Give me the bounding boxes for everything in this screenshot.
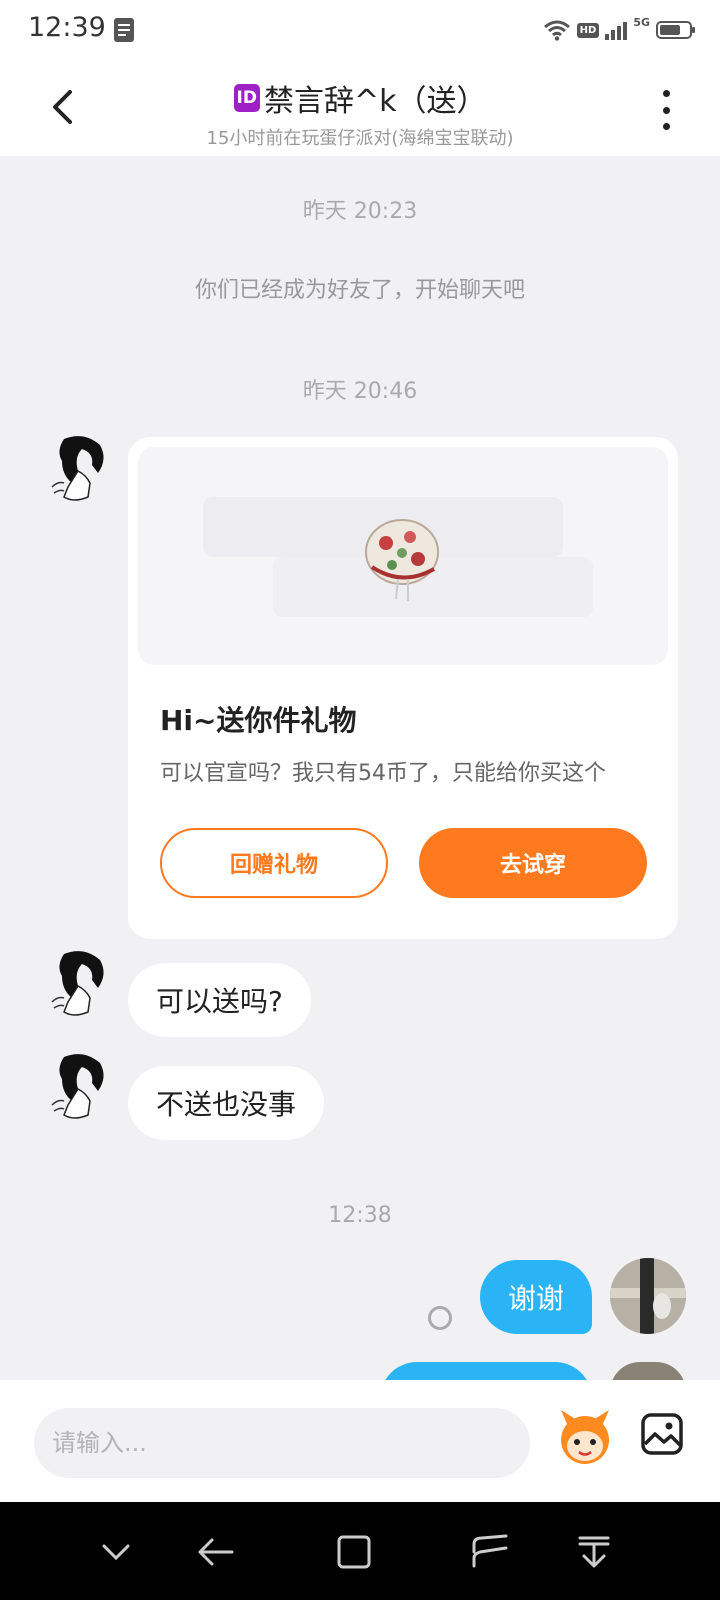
nav-back-icon[interactable] <box>194 1530 238 1574</box>
message-input[interactable] <box>34 1408 530 1478</box>
contact-activity: 15小时前在玩蛋仔派对(海绵宝宝联动) <box>206 128 514 149</box>
signal-bar <box>611 30 616 40</box>
note-icon <box>114 18 134 42</box>
contact-avatar[interactable] <box>34 946 110 1022</box>
network-badge: HD <box>576 22 600 38</box>
nav-menu-icon[interactable] <box>572 1530 616 1574</box>
contact-name: 禁言辞^k（送） <box>263 84 487 119</box>
signal-icon <box>605 20 628 40</box>
network-type: 5G <box>633 16 650 29</box>
gift-description: 可以官宣吗？我只有54币了，只能给你买这个 <box>160 761 606 786</box>
return-gift-button[interactable]: 回赠礼物 <box>160 828 388 898</box>
incoming-message[interactable]: 不送也没事 <box>128 1066 325 1140</box>
chat-title: ID 禁言辞^k（送） <box>100 76 620 120</box>
incoming-message[interactable]: 可以送吗? <box>128 963 311 1037</box>
outgoing-message[interactable]: 谢谢 <box>479 1260 592 1334</box>
status-indicators: HD 5G <box>543 16 695 44</box>
id-badge: ID <box>233 84 260 112</box>
battery-icon <box>656 21 695 39</box>
system-message: 你们已经成为好友了，开始聊天吧 <box>194 278 525 303</box>
chat-header: ID 禁言辞^k（送） 15小时前在玩蛋仔派对(海绵宝宝联动) <box>0 64 720 156</box>
nav-down-icon[interactable] <box>94 1530 138 1574</box>
nav-recent-icon[interactable] <box>468 1530 512 1574</box>
image-icon[interactable] <box>640 1412 684 1456</box>
time-divider: 昨天 20:23 <box>302 199 418 224</box>
gift-banner-image <box>138 447 668 665</box>
more-vertical-icon[interactable] <box>656 90 676 130</box>
signal-bar <box>623 22 628 40</box>
signal-bar <box>605 34 610 40</box>
gift-title: Hi~送你件礼物 <box>160 704 357 737</box>
emoji-icon[interactable] <box>555 1406 615 1466</box>
signal-bar <box>617 26 622 40</box>
sending-status-icon <box>428 1306 452 1330</box>
time-divider: 12:38 <box>328 1203 392 1228</box>
system-nav-bar <box>0 1502 720 1600</box>
contact-avatar[interactable] <box>34 431 110 507</box>
wifi-icon <box>543 20 570 41</box>
gift-card[interactable]: Hi~送你件礼物 可以官宣吗？我只有54币了，只能给你买这个 回赠礼物 去试穿 <box>128 437 678 939</box>
try-on-button[interactable]: 去试穿 <box>419 828 647 898</box>
back-button[interactable] <box>40 82 84 132</box>
title-area: ID 禁言辞^k（送） 15小时前在玩蛋仔派对(海绵宝宝联动) <box>100 76 620 150</box>
back-arrow-icon <box>53 90 72 124</box>
contact-avatar[interactable] <box>34 1049 110 1125</box>
status-time: 12:39 <box>28 12 106 43</box>
self-avatar[interactable] <box>610 1258 686 1334</box>
time-divider: 昨天 20:46 <box>302 379 418 404</box>
status-bar: 12:39 HD 5G <box>0 0 720 64</box>
input-bar <box>0 1380 720 1502</box>
nav-home-icon[interactable] <box>332 1530 376 1574</box>
